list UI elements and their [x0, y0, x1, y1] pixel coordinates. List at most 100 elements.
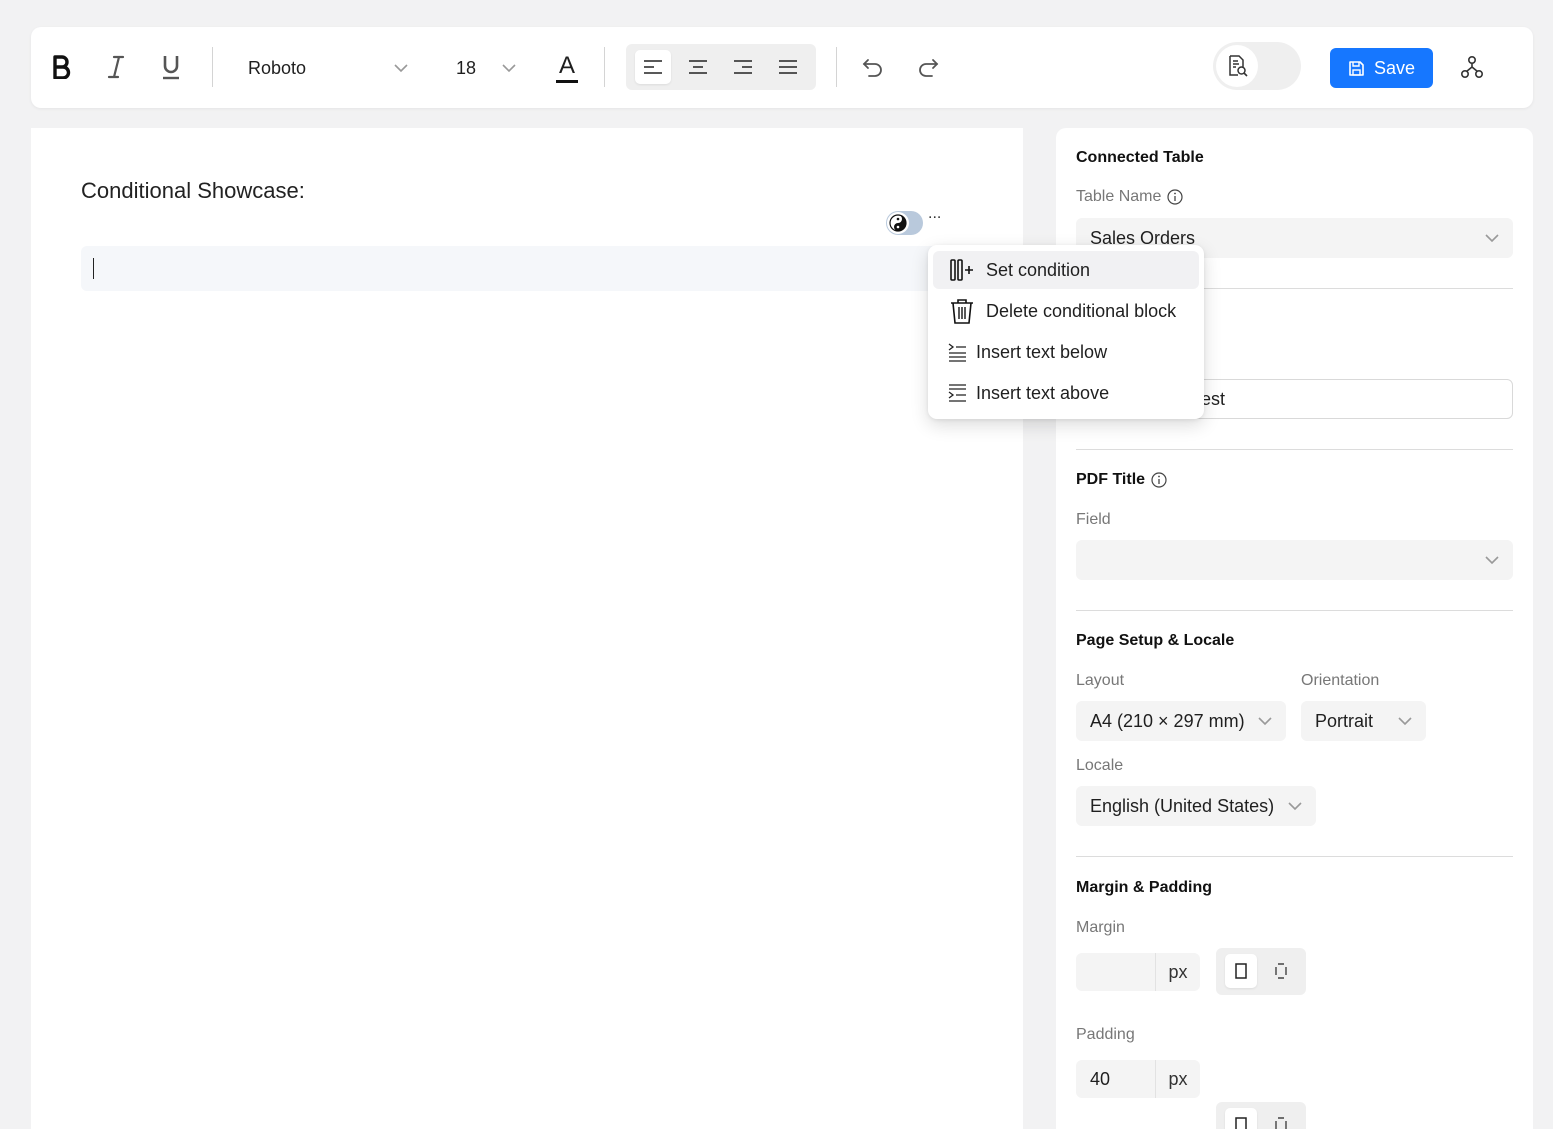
font-family-value: Roboto	[248, 57, 307, 78]
menu-item-label: Insert text below	[976, 341, 1108, 362]
chevron-down-icon	[1485, 556, 1499, 565]
hidden-text-input-value: est	[1201, 388, 1226, 409]
toolbar-divider	[604, 47, 605, 87]
conditional-block[interactable]	[81, 246, 951, 291]
text-cursor	[93, 258, 94, 279]
info-icon[interactable]	[1167, 189, 1183, 205]
menu-item-insert-text-below[interactable]: Insert text below	[933, 333, 1199, 371]
padding-input[interactable]: 40	[1076, 1060, 1155, 1098]
pdf-title-heading-text: PDF Title	[1076, 471, 1146, 488]
document-search-icon	[1229, 55, 1248, 77]
table-name-label: Table Name	[1076, 188, 1183, 206]
layout-label: Layout	[1076, 672, 1125, 689]
more-options-button[interactable]: ...	[928, 205, 941, 223]
margin-all-sides-button[interactable]	[1225, 954, 1257, 988]
margin-unit: px	[1155, 953, 1200, 991]
align-left-icon	[644, 60, 662, 74]
pdf-field-label: Field	[1076, 511, 1111, 528]
table-name-label-text: Table Name	[1076, 188, 1162, 205]
chevron-down-icon	[1258, 717, 1272, 726]
pdf-title-heading: PDF Title	[1076, 471, 1167, 489]
undo-icon	[862, 59, 882, 77]
document-heading[interactable]: Conditional Showcase:	[81, 178, 305, 204]
locale-select[interactable]: English (United States)	[1076, 786, 1316, 826]
redo-icon	[919, 59, 939, 77]
menu-item-delete-conditional-block[interactable]: Delete conditional block	[933, 292, 1199, 330]
underline-button[interactable]	[153, 49, 189, 85]
align-left-button[interactable]	[635, 50, 671, 84]
align-justify-button[interactable]	[770, 50, 806, 84]
margin-label: Margin	[1076, 919, 1125, 936]
menu-item-set-condition[interactable]: Set condition	[933, 251, 1199, 289]
align-justify-icon	[779, 60, 797, 74]
trash-icon	[947, 296, 977, 326]
layout-value: A4 (210 × 297 mm)	[1090, 710, 1245, 731]
section-divider	[1076, 610, 1513, 611]
block-context-menu: Set condition Delete conditional block I…	[928, 245, 1204, 419]
alignment-group	[626, 44, 816, 90]
condition-toggle-knob	[887, 212, 909, 234]
layout-select[interactable]: A4 (210 × 297 mm)	[1076, 701, 1286, 741]
pdf-field-select[interactable]	[1076, 540, 1513, 580]
menu-item-label: Set condition	[986, 259, 1091, 280]
margin-padding-title: Margin & Padding	[1076, 879, 1212, 896]
workflow-button[interactable]	[1454, 49, 1490, 85]
toolbar-divider	[836, 47, 837, 87]
page-setup-title: Page Setup & Locale	[1076, 632, 1235, 649]
save-label: Save	[1373, 57, 1416, 78]
padding-label: Padding	[1076, 1026, 1135, 1043]
preview-toggle-knob	[1216, 45, 1258, 87]
bold-button[interactable]	[43, 49, 79, 85]
orientation-value: Portrait	[1315, 710, 1374, 731]
insert-above-icon	[947, 378, 967, 408]
condition-toggle[interactable]	[886, 211, 923, 235]
redo-button[interactable]	[910, 49, 946, 85]
text-color-letter: A	[558, 52, 575, 79]
add-column-icon	[947, 255, 977, 285]
menu-item-insert-text-above[interactable]: Insert text above	[933, 374, 1199, 412]
font-size-value: 18	[456, 57, 477, 78]
box-all-sides-icon	[1235, 1117, 1247, 1129]
align-center-button[interactable]	[680, 50, 716, 84]
preview-toggle[interactable]	[1213, 42, 1301, 90]
margin-input[interactable]	[1076, 953, 1155, 991]
undo-button[interactable]	[855, 49, 891, 85]
padding-individual-sides-button[interactable]	[1265, 1108, 1297, 1129]
save-button[interactable]: Save	[1330, 48, 1433, 88]
orientation-select[interactable]: Portrait	[1301, 701, 1426, 741]
align-right-button[interactable]	[725, 50, 761, 84]
padding-all-sides-button[interactable]	[1225, 1108, 1257, 1129]
box-all-sides-icon	[1235, 963, 1247, 979]
margin-mode-toggle	[1216, 948, 1306, 995]
yin-yang-icon	[889, 214, 907, 232]
align-center-icon	[689, 60, 707, 74]
margin-individual-sides-button[interactable]	[1265, 954, 1297, 988]
conditional-block-controls: ...	[886, 205, 950, 235]
italic-button[interactable]	[98, 49, 134, 85]
document-canvas[interactable]: Conditional Showcase: ...	[31, 128, 1023, 1129]
box-individual-sides-icon	[1275, 1117, 1287, 1129]
menu-item-label: Delete conditional block	[986, 300, 1177, 321]
font-family-select[interactable]: Roboto	[248, 49, 408, 87]
chevron-down-icon	[1485, 234, 1499, 243]
italic-icon	[107, 55, 125, 79]
underline-icon	[163, 56, 179, 80]
font-size-select[interactable]: 18	[456, 49, 516, 87]
align-right-icon	[734, 60, 752, 74]
chevron-down-icon	[1288, 802, 1302, 811]
connected-table-title: Connected Table	[1076, 149, 1204, 166]
section-divider	[1076, 856, 1513, 857]
padding-input-group: 40 px	[1076, 1060, 1200, 1098]
padding-unit: px	[1155, 1060, 1200, 1098]
locale-value: English (United States)	[1090, 795, 1275, 816]
info-icon[interactable]	[1151, 472, 1167, 488]
chevron-down-icon	[1398, 717, 1412, 726]
locale-label: Locale	[1076, 757, 1124, 774]
insert-below-icon	[947, 337, 967, 367]
section-divider	[1076, 449, 1513, 450]
box-individual-sides-icon	[1275, 963, 1287, 979]
hierarchy-icon	[1460, 55, 1484, 79]
text-color-button[interactable]: A	[550, 49, 584, 87]
orientation-label: Orientation	[1301, 672, 1380, 689]
chevron-down-icon	[502, 64, 516, 73]
